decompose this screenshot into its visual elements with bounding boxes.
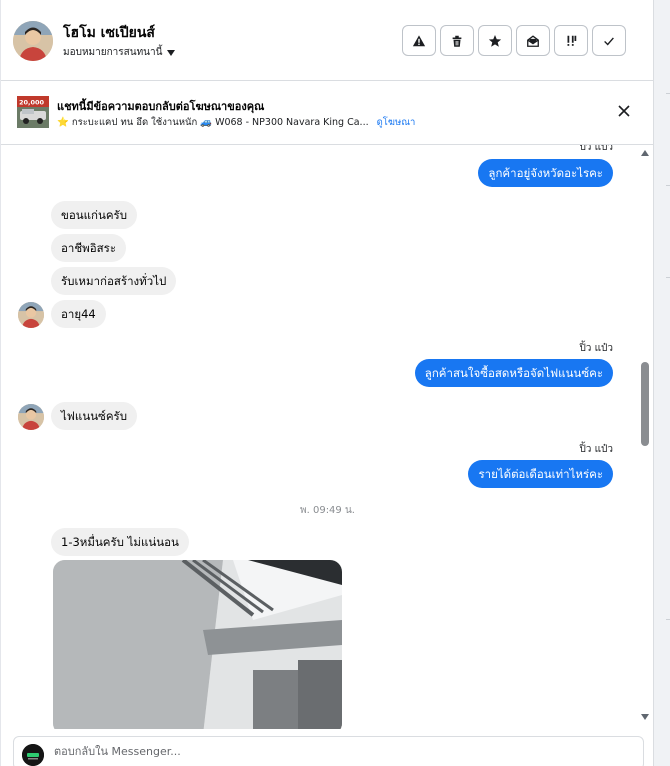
reply-composer [13,736,644,766]
spam-button[interactable] [402,25,436,56]
page-avatar [22,744,44,766]
scrollbar-thumb[interactable] [641,362,649,446]
star-icon [488,34,502,47]
ad-description: ⭐ กระบะแคป ทน อึด ใช้งานหนัก 🚙 W068 - NP… [57,117,369,128]
incoming-message[interactable]: ขอนแก่นครับ [51,201,138,230]
edge-divider [666,93,670,94]
caret-down-icon [167,49,176,56]
right-panel-edge [653,0,670,766]
ad-reply-banner: 20,000 แชทนี้มีข้อความตอบกลับต่อโฆษณาของ… [1,81,654,145]
star-button[interactable] [478,25,512,56]
header-actions [402,25,626,56]
outgoing-message[interactable]: รายได้ต่อเดือนเท่าไหร่คะ [468,460,613,489]
time-separator: พ. 09:49 น. [300,505,355,516]
contact-avatar[interactable] [13,21,53,61]
follow-up-icon [567,35,577,46]
conversation-panel: โฮโม เซเปียนส์ มอบหมายการสนทนานี้ 20,000… [0,0,654,766]
outgoing-message[interactable]: ลูกค้าอยู่จังหวัดอะไรคะ [478,159,613,188]
reply-input[interactable] [54,745,614,758]
ad-thumbnail[interactable]: 20,000 [17,96,49,128]
conversation-header: โฮโม เซเปียนส์ มอบหมายการสนทนานี้ [1,0,654,81]
follow-up-button[interactable] [554,25,588,56]
check-icon [604,36,614,46]
message-thread: ปิ้ว แป๋ว ลูกค้าอยู่จังหวัดอะไรคะ ขอนแก่… [1,145,654,729]
incoming-message[interactable]: อาชีพอิสระ [51,234,127,263]
sender-label: ปิ้ว แป๋ว [579,444,613,455]
edge-divider [666,185,670,186]
outgoing-message[interactable]: ลูกค้าสนใจซื้อสดหรือจัดไฟแนนซ์คะ [414,359,613,388]
view-ad-link[interactable]: ดูโฆษณา [377,117,416,128]
incoming-message[interactable]: ไฟแนนซ์ครับ [51,402,138,431]
envelope-open-icon [527,34,539,47]
trash-icon [452,35,462,47]
incoming-message[interactable]: รับเหมาก่อสร้างทั่วไป [51,267,177,296]
contact-name[interactable]: โฮโม เซเปียนส์ [63,22,155,44]
incoming-photo[interactable] [53,560,342,729]
ad-banner-title: แชทนี้มีข้อความตอบกลับต่อโฆษณาของคุณ [57,100,265,113]
close-icon[interactable] [617,104,631,118]
mark-unread-button[interactable] [516,25,550,56]
delete-button[interactable] [440,25,474,56]
ad-thumb-price: 20,000 [19,99,45,107]
assign-label: มอบหมายการสนทนานี้ [63,47,163,58]
sender-label: ปิ้ว แป๋ว [579,343,613,354]
sender-label: ปิ้ว แป๋ว [579,145,613,153]
incoming-message[interactable]: อายุ44 [51,300,106,329]
edge-divider [666,619,670,620]
scroll-down-arrow[interactable] [641,714,649,720]
edge-divider [666,277,670,278]
done-button[interactable] [592,25,626,56]
contact-avatar-small [18,404,44,430]
scroll-up-arrow[interactable] [641,150,649,156]
ad-banner-subtitle: ⭐ กระบะแคป ทน อึด ใช้งานหนัก 🚙 W068 - NP… [57,115,415,130]
contact-avatar-small [18,302,44,328]
warning-icon [412,34,426,46]
assign-conversation-dropdown[interactable]: มอบหมายการสนทนานี้ [63,45,176,60]
incoming-message[interactable]: 1-3หมื่นครับ ไม่แน่นอน [51,528,189,557]
